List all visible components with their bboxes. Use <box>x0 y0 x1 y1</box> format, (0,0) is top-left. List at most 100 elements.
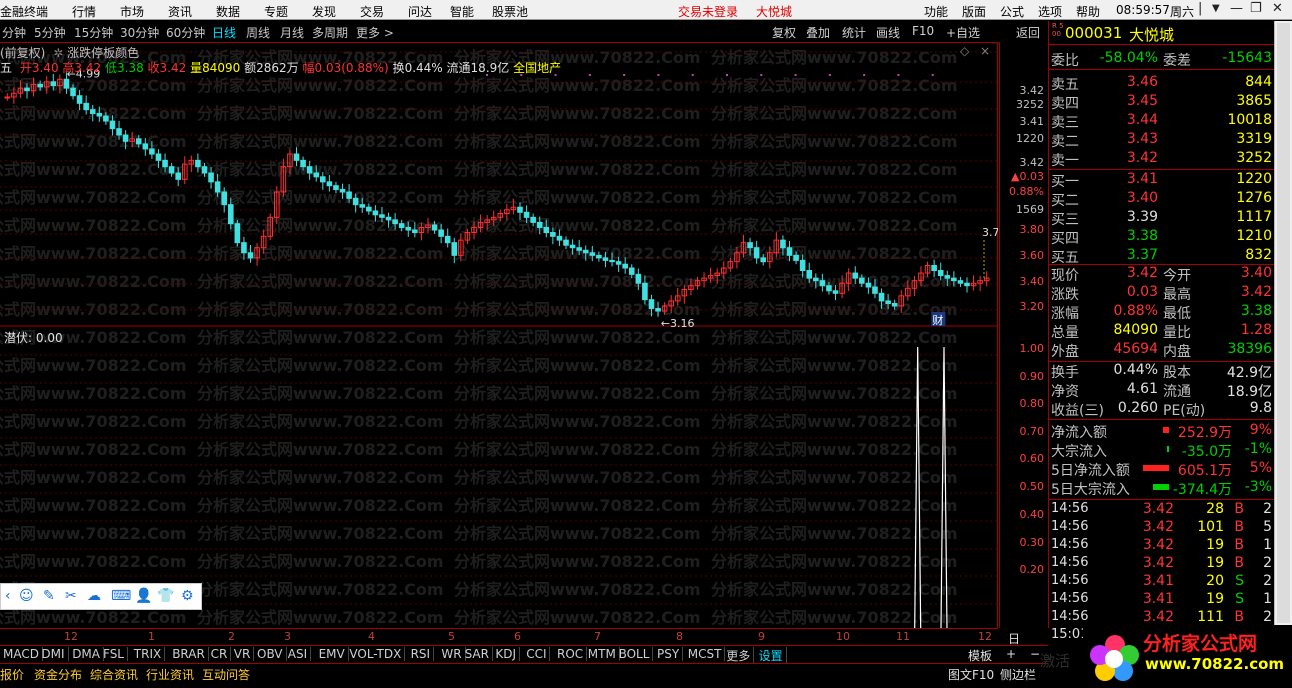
menu-item-news[interactable]: 资讯 <box>168 3 192 20</box>
tick-volume: 20 <box>1206 573 1224 589</box>
tab-f10-graphic[interactable]: 图文F10 <box>948 666 994 683</box>
menu-item-formula[interactable]: 公式 <box>1000 3 1024 20</box>
low-value: 3.38 <box>116 61 144 75</box>
indicator-tab[interactable]: MCST <box>685 647 726 661</box>
restore-icon[interactable]: ❐ <box>1250 1 1262 16</box>
indicator-tab[interactable]: PSY <box>654 647 684 661</box>
fuquan-button[interactable]: 复权 <box>772 24 796 41</box>
menu-item-layout[interactable]: 版面 <box>962 3 986 20</box>
cloud-icon[interactable]: ☁ <box>87 588 101 604</box>
date-tick: 12 <box>978 630 992 643</box>
indicator-tab[interactable]: 设置 <box>756 647 787 664</box>
period-multi[interactable]: 多周期 <box>312 24 348 41</box>
menu-item-data[interactable]: 数据 <box>216 3 240 20</box>
indicator-tab[interactable]: TRIX <box>131 647 166 661</box>
settings-icon[interactable]: ⚙ <box>181 588 194 604</box>
tab-fund-distribution[interactable]: 资金分布 <box>34 666 82 683</box>
scroll-thumb[interactable] <box>1277 23 1290 623</box>
indicator-tab[interactable]: ROC <box>554 647 588 661</box>
gear-icon[interactable]: ✲ <box>53 46 63 60</box>
pen-icon[interactable]: ✎ <box>43 588 55 604</box>
period-30min[interactable]: 30分钟 <box>120 24 159 41</box>
chevron-left-icon[interactable]: ‹ <box>5 588 11 604</box>
indicator-tab[interactable]: BRAR <box>169 647 209 661</box>
indicator-tab[interactable]: VR <box>231 647 255 661</box>
indicator-tab[interactable]: MTM <box>585 647 620 661</box>
trade-login-status[interactable]: 交易未登录 <box>678 3 738 20</box>
current-stock-name[interactable]: 大悦城 <box>756 3 792 20</box>
kline-chart[interactable]: ←4.99←3.163.7财 <box>0 44 998 628</box>
axis-indicator-tick: 0.50 <box>1019 480 1045 493</box>
fund-value: 18.9亿 <box>1226 384 1272 400</box>
period-5min[interactable]: 5分钟 <box>34 24 66 41</box>
indicator-tab[interactable]: EMV <box>316 647 349 661</box>
date-tick: 9 <box>758 630 765 643</box>
user-icon[interactable]: 👤 <box>135 588 152 604</box>
dropdown-icon[interactable]: ▼ <box>1212 3 1220 14</box>
indicator-tab[interactable]: RSI <box>408 647 435 661</box>
minimize-icon[interactable]: — <box>1230 1 1243 16</box>
period-1min[interactable]: 分钟 <box>2 24 26 41</box>
add-watchlist-button[interactable]: +自选 <box>946 24 980 41</box>
menu-item-topic[interactable]: 专题 <box>264 3 288 20</box>
indicator-tab[interactable]: CCI <box>523 647 551 661</box>
menu-item-trade[interactable]: 交易 <box>360 3 384 20</box>
menu-item-help[interactable]: 帮助 <box>1076 3 1100 20</box>
indicator-tab[interactable]: ASI <box>285 647 312 661</box>
menu-item-options[interactable]: 选项 <box>1038 3 1062 20</box>
candle-body <box>320 176 326 183</box>
indicator-tab[interactable]: VOL-TDX <box>346 647 406 661</box>
keyboard-icon[interactable]: ⌨ <box>111 588 131 604</box>
indicator-tab[interactable]: BOLL <box>616 647 654 661</box>
menu-item-ask[interactable]: 问达 <box>408 3 432 20</box>
back-button[interactable]: 返回 <box>1016 24 1040 41</box>
menu-item-discover[interactable]: 发现 <box>312 3 336 20</box>
indicator-tab[interactable]: DMA <box>69 647 104 661</box>
close-icon[interactable]: ✕ <box>1272 1 1283 16</box>
scissors-icon[interactable]: ✂ <box>65 588 77 604</box>
stats-button[interactable]: 统计 <box>842 24 866 41</box>
menu-bar: 金融终端 行情 市场 资讯 数据 专题 发现 交易 问达 智能 股票池 交易未登… <box>0 0 1292 20</box>
indicator-tab[interactable]: FSL <box>100 647 128 661</box>
open-value: 3.40 <box>31 61 59 75</box>
period-weekly[interactable]: 周线 <box>246 24 270 41</box>
industry-tag[interactable]: 全国地产 <box>513 61 561 75</box>
indicator-tab[interactable]: MACD <box>0 647 43 661</box>
indicator-tab[interactable]: KDJ <box>492 647 521 661</box>
menu-item-function[interactable]: 功能 <box>924 3 948 20</box>
buy-volume: 1117 <box>1236 209 1272 225</box>
vertical-scrollbar[interactable] <box>1274 21 1292 628</box>
tab-qa[interactable]: 互动问答 <box>202 666 250 683</box>
period-15min[interactable]: 15分钟 <box>74 24 113 41</box>
indicator-tab[interactable]: 更多 <box>723 647 755 664</box>
smile-icon[interactable]: ☺ <box>19 588 34 604</box>
zoom-out-button[interactable]: − <box>1030 647 1040 661</box>
zoom-in-button[interactable]: + <box>1006 647 1016 661</box>
candle-body <box>563 239 569 246</box>
period-monthly[interactable]: 月线 <box>280 24 304 41</box>
tab-news[interactable]: 综合资讯 <box>90 666 138 683</box>
menu-item-market[interactable]: 市场 <box>120 3 144 20</box>
sidebar-toggle[interactable]: 侧边栏 <box>1000 666 1036 683</box>
menu-item-pool[interactable]: 股票池 <box>492 3 528 20</box>
menu-item-smart[interactable]: 智能 <box>450 3 474 20</box>
period-daily[interactable]: 日线 <box>212 24 236 41</box>
f10-button[interactable]: F10 <box>912 24 934 38</box>
overlay-button[interactable]: 叠加 <box>806 24 830 41</box>
indicator-tab[interactable]: CR <box>208 647 232 661</box>
tab-quote[interactable]: 报价 <box>0 666 24 683</box>
shirt-icon[interactable]: 👕 <box>157 588 174 604</box>
indicator-tab[interactable]: OBV <box>254 647 287 661</box>
diamond-icon[interactable]: ◇ <box>960 44 969 58</box>
draw-line-button[interactable]: 画线 <box>876 24 900 41</box>
period-more[interactable]: 更多 > <box>356 24 394 41</box>
color-tag[interactable]: 涨跌停板颜色 <box>67 46 139 60</box>
indicator-tab[interactable]: DMI <box>38 647 69 661</box>
menu-item-hq[interactable]: 行情 <box>72 3 96 20</box>
indicator-tab[interactable]: SAR <box>462 647 493 661</box>
template-button[interactable]: 模板 <box>968 647 992 664</box>
tab-industry-news[interactable]: 行业资讯 <box>146 666 194 683</box>
sell-volume: 10018 <box>1227 112 1272 128</box>
close-icon[interactable]: × <box>980 44 990 58</box>
period-60min[interactable]: 60分钟 <box>166 24 205 41</box>
